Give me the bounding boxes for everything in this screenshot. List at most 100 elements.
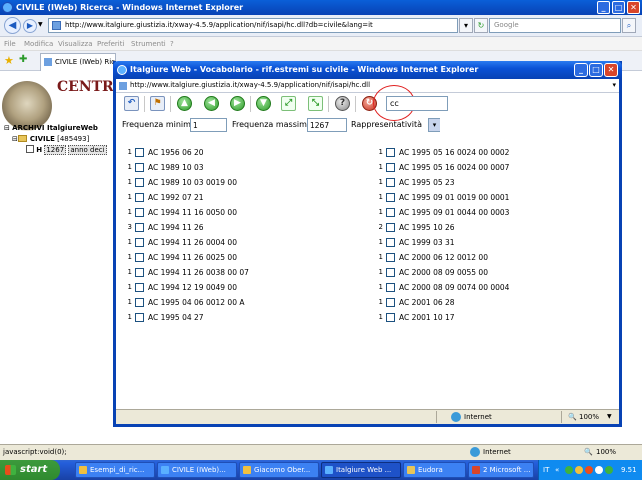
term-checkbox[interactable] [135,193,144,202]
term-row[interactable]: 1 AC 1989 10 03 0019 00 [122,175,362,190]
task-italgiure[interactable]: Italgiure Web ... [321,462,401,478]
tray-app-icon[interactable] [595,466,603,474]
next-icon[interactable]: ▶ [230,96,245,111]
task-eudora[interactable]: Eudora [403,462,466,478]
menu-help[interactable]: ? [170,37,174,51]
popup-maximize-icon[interactable]: □ [589,63,603,77]
term-checkbox[interactable] [386,283,395,292]
term-checkbox[interactable] [135,238,144,247]
popup-url-dropdown-icon[interactable]: ▾ [612,79,616,92]
term-row[interactable]: 1 AC 1995 04 06 0012 00 A [122,295,362,310]
refresh-icon[interactable]: ↻ [474,18,488,33]
freq-max-input[interactable] [307,118,347,132]
maximize-icon[interactable]: □ [612,1,625,14]
add-favorite-icon[interactable]: ✚ [19,54,27,65]
term-checkbox[interactable] [135,178,144,187]
term-checkbox[interactable] [135,313,144,322]
tree-civile[interactable]: ⊟ CIVILE [485493] [4,134,107,145]
term-checkbox[interactable] [386,163,395,172]
previous-icon[interactable]: ◀ [204,96,219,111]
tray-arrow-icon[interactable]: « [555,460,559,480]
tray-alert-icon[interactable] [585,466,593,474]
vocabulary-search-input[interactable]: cc [386,96,448,111]
history-dropdown-icon[interactable]: ▼ [38,21,43,28]
term-row[interactable]: 1 AC 1989 10 03 [122,160,362,175]
menu-file[interactable]: File [4,37,16,51]
term-checkbox[interactable] [386,193,395,202]
freq-min-input[interactable] [190,118,227,132]
bg-title-bar[interactable]: CIVILE (IWeb) Ricerca - Windows Internet… [0,0,642,15]
url-dropdown-icon[interactable]: ▾ [459,18,473,33]
bg-tab-civile[interactable]: CIVILE (IWeb) Ricerca [40,53,116,71]
term-checkbox[interactable] [386,268,395,277]
term-checkbox[interactable] [386,208,395,217]
term-row[interactable]: 1 AC 1999 03 31 [373,235,613,250]
term-checkbox[interactable] [386,253,395,262]
search-icon[interactable]: ⌕ [622,18,636,33]
popup-title-bar[interactable]: Italgiure Web - Vocabolario - rif.estrem… [113,61,622,79]
start-button[interactable]: start [0,460,60,480]
term-row[interactable]: 1 AC 1992 07 21 [122,190,362,205]
tree-node-anno[interactable]: H 1267 anno deci [4,145,107,156]
term-checkbox[interactable] [386,148,395,157]
term-row[interactable]: 3 AC 1994 11 26 [122,220,362,235]
term-checkbox[interactable] [386,238,395,247]
tray-security-icon[interactable] [575,466,583,474]
minimize-icon[interactable]: _ [597,1,610,14]
term-row[interactable]: 1 AC 1956 06 20 [122,145,362,160]
term-row[interactable]: 1 AC 2000 06 12 0012 00 [373,250,613,265]
select-all-icon[interactable]: ⤢ [281,96,296,111]
term-checkbox[interactable] [386,313,395,322]
close-icon[interactable]: ✕ [627,1,640,14]
term-checkbox[interactable] [386,298,395,307]
term-checkbox[interactable] [135,223,144,232]
favorites-star-icon[interactable]: ★ [4,54,14,67]
menu-visualizza[interactable]: Visualizza [58,37,92,51]
rappresentativita-select[interactable]: ▾ [428,118,440,132]
deselect-icon[interactable]: ⤡ [308,96,323,111]
tray-update-icon[interactable] [605,466,613,474]
clock[interactable]: 9.51 [621,460,637,480]
term-checkbox[interactable] [386,178,395,187]
back-icon[interactable]: ◀ [4,17,21,34]
term-row[interactable]: 1 AC 1995 05 16 0024 00 0002 [373,145,613,160]
term-row[interactable]: 1 AC 1994 11 26 0004 00 [122,235,362,250]
term-row[interactable]: 1 AC 1994 11 16 0050 00 [122,205,362,220]
forward-icon[interactable]: ▶ [23,19,37,33]
bg-zoom-level[interactable]: 100% [596,445,616,460]
term-row[interactable]: 1 AC 2000 08 09 0074 00 0004 [373,280,613,295]
task-microsoft[interactable]: 2 Microsoft ... [468,462,534,478]
tree-root[interactable]: ⊟ ARCHIVI ItalgiureWeb [4,123,107,134]
task-giacomo[interactable]: Giacomo Ober... [239,462,319,478]
term-checkbox[interactable] [386,223,395,232]
help-icon[interactable]: ? [335,96,350,111]
popup-zoom-level[interactable]: 100% [579,410,599,424]
popup-close-icon[interactable]: ✕ [604,63,618,77]
last-page-icon[interactable]: ▼ [256,96,271,111]
term-checkbox[interactable] [135,163,144,172]
term-checkbox[interactable] [135,283,144,292]
term-row[interactable]: 1 AC 1995 09 01 0044 00 0003 [373,205,613,220]
popup-minimize-icon[interactable]: _ [574,63,588,77]
term-checkbox[interactable] [135,298,144,307]
term-row[interactable]: 1 AC 1994 11 26 0025 00 [122,250,362,265]
term-checkbox[interactable] [135,253,144,262]
term-row[interactable]: 1 AC 1995 05 23 [373,175,613,190]
google-search-input[interactable]: Google [489,18,621,33]
term-row[interactable]: 1 AC 1995 04 27 [122,310,362,325]
undo-icon[interactable]: ↶ [124,96,139,111]
term-row[interactable]: 2 AC 1995 10 26 [373,220,613,235]
tray-network-icon[interactable] [565,466,573,474]
term-row[interactable]: 1 AC 1994 11 26 0038 00 07 [122,265,362,280]
term-checkbox[interactable] [135,208,144,217]
menu-strumenti[interactable]: Strumenti [131,37,166,51]
term-row[interactable]: 1 AC 1994 12 19 0049 00 [122,280,362,295]
term-checkbox[interactable] [135,268,144,277]
term-checkbox[interactable] [135,148,144,157]
popup-address-bar[interactable]: http://www.italgiure.giustizia.it/xway-4… [116,79,619,93]
term-row[interactable]: 1 AC 1995 09 01 0019 00 0001 [373,190,613,205]
term-row[interactable]: 1 AC 2001 06 28 [373,295,613,310]
term-row[interactable]: 1 AC 2001 10 17 [373,310,613,325]
hierarchy-icon[interactable]: ⚑ [150,96,165,111]
menu-modifica[interactable]: Modifica [24,37,53,51]
